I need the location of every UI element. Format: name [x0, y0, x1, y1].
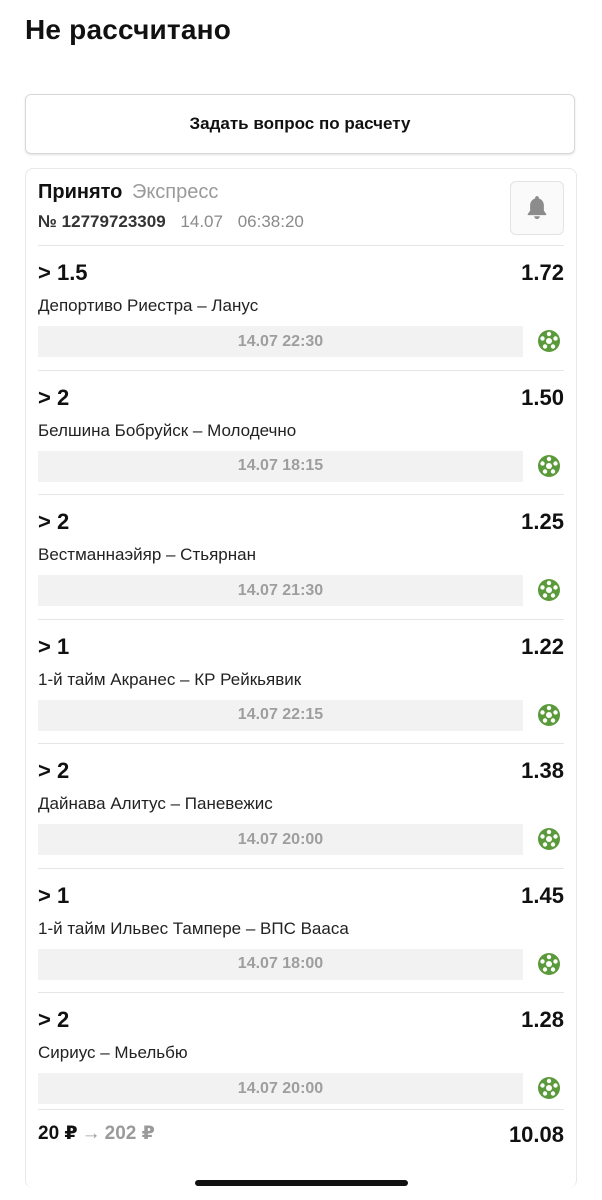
event-item[interactable]: > 2 1.38 Дайнава Алитус – Паневежис 14.0… [38, 743, 564, 868]
status-line: Принято Экспресс [38, 181, 564, 204]
football-icon [538, 330, 560, 352]
event-outcome: > 2 [38, 509, 70, 534]
stake-line: 20 ₽ → 202 ₽ [38, 1122, 155, 1145]
bet-date: 14.07 [180, 212, 223, 231]
event-item[interactable]: > 1.5 1.72 Депортиво Риестра – Ланус 14.… [38, 245, 564, 370]
event-start-time: 14.07 20:00 [38, 824, 523, 855]
event-odds: 1.45 [521, 882, 564, 908]
football-icon [538, 579, 560, 601]
potential-payout: 202 ₽ [104, 1123, 155, 1144]
event-item[interactable]: > 2 1.50 Белшина Бобруйск – Молодечно 14… [38, 369, 564, 495]
event-odds: 1.28 [521, 1007, 564, 1032]
ask-question-button[interactable]: Задать вопрос по расчету [25, 94, 575, 154]
event-outcome: > 1 [38, 882, 70, 908]
event-start-time: 14.07 21:30 [38, 575, 523, 606]
event-match: Белшина Бобруйск – Молодечно [38, 420, 297, 440]
event-match: Депортиво Риестра – Ланус [38, 296, 259, 315]
event-odds: 1.38 [521, 758, 564, 783]
event-match: 1-й тайм Акранес – КР Рейкьявик [38, 669, 302, 689]
event-outcome: > 2 [38, 758, 70, 783]
home-indicator[interactable] [195, 1180, 408, 1186]
event-match: Сириус – Мьельбю [38, 1043, 188, 1062]
event-odds: 1.50 [521, 384, 564, 410]
event-outcome: > 2 [38, 384, 70, 410]
bet-number: № 12779723309 [38, 212, 166, 231]
bet-status: Принято [38, 181, 123, 203]
event-item[interactable]: > 2 1.28 Сириус – Мьельбю 14.07 20:00 [38, 992, 564, 1117]
event-item[interactable]: > 1 1.45 1-й тайм Ильвес Тампере – ВПС В… [38, 867, 564, 993]
bet-header: Принято Экспресс № 12779723309 14.07 06:… [38, 181, 564, 241]
notify-button[interactable] [510, 181, 564, 235]
event-outcome: > 1.5 [38, 260, 88, 285]
event-match: Дайнава Алитус – Паневежис [38, 794, 273, 813]
event-list: > 1.5 1.72 Депортиво Риестра – Ланус 14.… [38, 245, 564, 1117]
bet-card: Принято Экспресс № 12779723309 14.07 06:… [25, 168, 577, 1188]
event-match: Вестманнаэйяр – Стьярнан [38, 545, 256, 564]
event-odds: 1.25 [521, 509, 564, 534]
total-odds: 10.08 [508, 1122, 564, 1147]
event-item[interactable]: > 1 1.22 1-й тайм Акранес – КР Рейкьявик… [38, 618, 564, 744]
event-start-time: 14.07 22:30 [38, 326, 523, 357]
event-start-time: 14.07 20:00 [38, 1073, 523, 1104]
page-title: Не рассчитано [25, 14, 232, 45]
event-start-time: 14.07 18:00 [38, 948, 523, 980]
bet-meta: № 12779723309 14.07 06:38:20 [38, 212, 564, 232]
event-odds: 1.72 [521, 260, 564, 285]
event-match: 1-й тайм Ильвес Тампере – ВПС Вааса [38, 918, 349, 938]
bet-type: Экспресс [131, 181, 219, 203]
football-icon [538, 952, 560, 975]
event-start-time: 14.07 22:15 [38, 699, 523, 731]
bell-icon [527, 196, 547, 219]
football-icon [538, 1077, 560, 1099]
stake-amount: 20 ₽ [38, 1123, 78, 1144]
event-odds: 1.22 [521, 633, 564, 659]
football-icon [538, 703, 560, 726]
bet-summary: 20 ₽ → 202 ₽ 10.08 [38, 1109, 564, 1160]
event-item[interactable]: > 2 1.25 Вестманнаэйяр – Стьярнан 14.07 … [38, 494, 564, 619]
event-start-time: 14.07 18:15 [38, 450, 523, 482]
bet-time: 06:38:20 [237, 212, 304, 231]
arrow-right-icon: → [81, 1123, 101, 1144]
event-outcome: > 1 [38, 633, 70, 659]
football-icon [538, 454, 560, 477]
football-icon [538, 828, 560, 850]
event-outcome: > 2 [38, 1007, 70, 1032]
